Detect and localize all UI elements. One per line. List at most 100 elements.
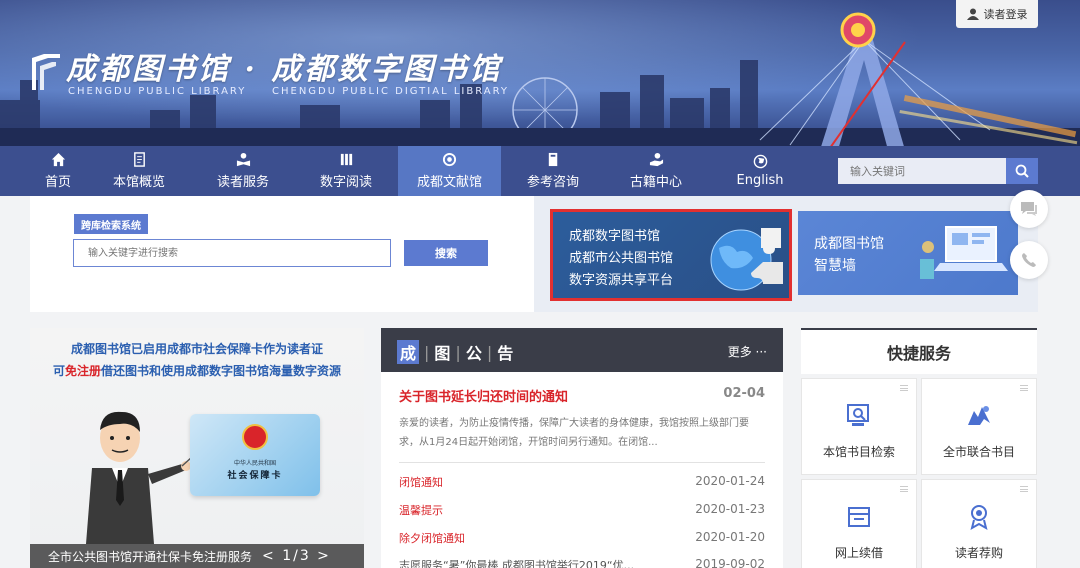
notice-panel: 成 | 图 | 公 | 告 更多 ··· 关于图书延长归还时间的通知 02-04… bbox=[381, 328, 783, 568]
notice-header: 成 | 图 | 公 | 告 更多 ··· bbox=[381, 328, 783, 372]
notice-title-separator: | bbox=[486, 342, 493, 362]
notice-title-char: 图 bbox=[434, 344, 451, 363]
notice-item-title[interactable]: 温馨提示 bbox=[399, 502, 443, 518]
quick-item-label: 全市联合书目 bbox=[942, 445, 1015, 459]
quick-services-title: 快捷服务 bbox=[801, 328, 1037, 374]
notice-top-title[interactable]: 关于图书延长归还时间的通知 bbox=[399, 386, 568, 405]
catalog-search-icon bbox=[847, 404, 869, 426]
notice-item-date: 2019-09-02 bbox=[695, 557, 765, 568]
nav-item-overview[interactable]: 本馆概览 bbox=[100, 146, 178, 196]
carousel-pager[interactable]: < 1/3 > bbox=[262, 548, 331, 564]
main-nav: 首页 本馆概览 读者服务 数字阅读 成都文献馆 参考咨询 古籍中心 Englis… bbox=[0, 146, 1080, 196]
promo-subline-prefix: 可 bbox=[52, 364, 65, 378]
library-title: 成都图书馆 · 成都数字图书馆 bbox=[66, 52, 503, 87]
promo-line: 成都市公共图书馆 bbox=[569, 251, 674, 266]
quick-item-online-renew[interactable]: 网上续借 bbox=[801, 479, 917, 568]
cross-search-button[interactable]: 搜索 bbox=[404, 240, 488, 266]
circle-icon bbox=[442, 152, 457, 167]
phone-float-button[interactable] bbox=[1010, 241, 1048, 279]
drag-handle-icon[interactable] bbox=[1020, 385, 1028, 391]
promo-subline: 可免注册借还图书和使用成都数字图书馆海量数字资源 bbox=[30, 362, 364, 379]
card-line1: 中华人民共和国 bbox=[233, 460, 276, 467]
books-icon bbox=[340, 153, 352, 166]
quick-item-union-catalog[interactable]: 全市联合书目 bbox=[921, 378, 1037, 475]
nav-item-chengdu-archive[interactable]: 成都文献馆 bbox=[398, 146, 501, 196]
chat-float-button[interactable] bbox=[1010, 190, 1048, 228]
notice-list-item[interactable]: 除夕闭馆通知 2020-01-20 bbox=[399, 530, 765, 550]
promo-subline-highlight: 免注册 bbox=[64, 364, 101, 378]
notice-item-title[interactable]: 除夕闭馆通知 bbox=[399, 530, 465, 546]
promo-subline-suffix: 借还图书和使用成都数字图书馆海量数字资源 bbox=[101, 364, 342, 378]
notice-title-separator: | bbox=[455, 342, 461, 362]
notice-list-item[interactable]: 闭馆通知 2020-01-24 bbox=[399, 474, 765, 494]
drag-handle-icon[interactable] bbox=[1020, 486, 1028, 492]
social-card-promo[interactable]: 成都图书馆已启用成都市社会保障卡作为读者证 可免注册借还图书和使用成都数字图书馆… bbox=[30, 328, 364, 568]
notice-more-link[interactable]: 更多 ··· bbox=[728, 343, 767, 360]
globe-icon bbox=[753, 154, 767, 169]
notice-list-item[interactable]: 温馨提示 2020-01-23 bbox=[399, 502, 765, 522]
notice-item-date: 2020-01-20 bbox=[695, 530, 765, 544]
notice-top-date: 02-04 bbox=[723, 386, 765, 401]
quick-item-reader-recommend[interactable]: 读者荐购 bbox=[921, 479, 1037, 568]
user-icon bbox=[966, 8, 979, 20]
promo-line: 数字资源共享平台 bbox=[569, 273, 674, 288]
hand-icon bbox=[649, 152, 663, 167]
cross-search-input[interactable] bbox=[73, 239, 391, 267]
search-icon bbox=[1015, 164, 1029, 178]
card-line2: 社会保障卡 bbox=[227, 471, 283, 481]
notice-title: 成 | 图 | 公 | 告 bbox=[397, 340, 513, 364]
quick-item-label: 网上续借 bbox=[834, 546, 883, 560]
nav-label: 首页 bbox=[44, 175, 71, 190]
nav-item-digital-reading[interactable]: 数字阅读 bbox=[307, 146, 385, 196]
nav-item-reader-services[interactable]: 读者服务 bbox=[204, 146, 282, 196]
notice-list-item[interactable]: 志愿服务“暑”你最棒 成都图书馆举行2019“优... 2019-09-02 bbox=[399, 557, 765, 568]
renew-icon bbox=[848, 507, 870, 527]
notice-top-desc: 亲爱的读者，为防止疫情传播，保障广大读者的身体健康，我馆按照上级部门要求，从1月… bbox=[399, 418, 749, 448]
drag-handle-icon[interactable] bbox=[900, 486, 908, 492]
nav-label: 参考咨询 bbox=[526, 175, 579, 190]
nav-label: 古籍中心 bbox=[629, 175, 682, 190]
notice-item-date: 2020-01-24 bbox=[695, 474, 765, 488]
promo-headline: 成都图书馆已启用成都市社会保障卡作为读者证 bbox=[70, 342, 323, 356]
drag-handle-icon[interactable] bbox=[900, 385, 908, 391]
library-subtitle-right: CHENGDU PUBLIC DIGTIAL LIBRARY bbox=[272, 86, 510, 97]
nav-item-english[interactable]: English bbox=[722, 146, 798, 196]
nav-search-input[interactable] bbox=[838, 158, 1006, 184]
carousel-caption-bar: 全市公共图书馆开通社保卡免注册服务 < 1/3 > bbox=[30, 544, 364, 568]
globe-puzzle-image bbox=[710, 228, 783, 291]
nav-item-home[interactable]: 首页 bbox=[30, 146, 86, 196]
digital-library-promo[interactable]: 成都数字图书馆 成都市公共图书馆 数字资源共享平台 bbox=[550, 209, 792, 301]
nav-item-ancient-books[interactable]: 古籍中心 bbox=[617, 146, 695, 196]
notice-item-title[interactable]: 闭馆通知 bbox=[399, 474, 443, 490]
nav-search-button[interactable] bbox=[1006, 158, 1038, 184]
recommend-icon bbox=[970, 505, 988, 531]
chat-icon bbox=[1021, 202, 1037, 216]
quick-item-catalog-search[interactable]: 本馆书目检索 bbox=[801, 378, 917, 475]
header-banner: 成都图书馆 · 成都数字图书馆 CHENGDU PUBLIC LIBRARY C… bbox=[0, 0, 1080, 150]
notice-item-title[interactable]: 志愿服务“暑”你最棒 成都图书馆举行2019“优... bbox=[399, 557, 634, 568]
nav-item-reference[interactable]: 参考咨询 bbox=[514, 146, 592, 196]
cross-search-tab[interactable]: 跨库检索系统 bbox=[74, 214, 148, 234]
national-emblem-icon bbox=[242, 424, 268, 450]
reader-login-label: 读者登录 bbox=[983, 8, 1028, 21]
union-catalog-icon bbox=[968, 406, 990, 425]
librarian-illustration bbox=[86, 411, 202, 544]
cross-search-panel: 跨库检索系统 搜索 bbox=[30, 196, 534, 312]
library-subtitle-left: CHENGDU PUBLIC LIBRARY bbox=[68, 86, 247, 97]
smart-wall-promo[interactable]: 成都图书馆 智慧墙 bbox=[798, 211, 1018, 295]
quick-item-label: 本馆书目检索 bbox=[822, 445, 895, 459]
notice-title-char: 公 bbox=[465, 344, 482, 363]
notice-title-char: 成 bbox=[397, 340, 420, 364]
promo-line: 成都图书馆 bbox=[814, 236, 884, 252]
notice-divider bbox=[399, 462, 765, 463]
reader-icon bbox=[236, 152, 250, 167]
home-icon bbox=[51, 152, 65, 167]
nav-search bbox=[838, 158, 1038, 184]
phone-icon bbox=[1022, 253, 1036, 267]
book-icon bbox=[548, 152, 557, 167]
nav-label: English bbox=[736, 173, 784, 188]
reader-login-button[interactable]: 读者登录 bbox=[956, 0, 1038, 28]
nav-label: 读者服务 bbox=[216, 175, 269, 190]
notice-title-char: 告 bbox=[497, 344, 514, 363]
laptop-illustration bbox=[920, 226, 1008, 279]
